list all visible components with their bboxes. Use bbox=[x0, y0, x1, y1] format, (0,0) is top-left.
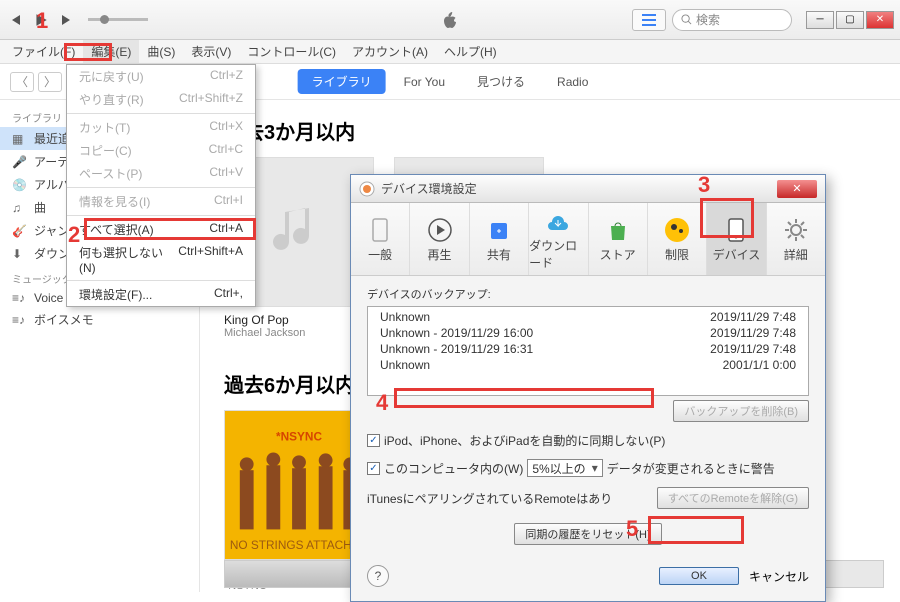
tab-browse[interactable]: 見つける bbox=[463, 69, 539, 94]
percent-select[interactable]: 5%以上の▾ bbox=[527, 459, 602, 477]
menu-help[interactable]: ヘルプ(H) bbox=[436, 40, 505, 63]
checkbox-checked-icon[interactable]: ✓ bbox=[367, 462, 380, 475]
prevent-sync-checkbox-row[interactable]: ✓ iPod、iPhone、およびiPadを自動的に同期しない(P) bbox=[367, 432, 809, 449]
apple-logo-icon bbox=[441, 10, 459, 30]
menu-edit[interactable]: 編集(E) bbox=[83, 40, 139, 63]
dd-paste[interactable]: ペースト(P)Ctrl+V bbox=[67, 162, 255, 185]
svg-text:NO STRINGS ATTACHED: NO STRINGS ATTACHED bbox=[230, 538, 368, 552]
maximize-button[interactable]: ▢ bbox=[836, 11, 864, 29]
search-icon bbox=[681, 14, 692, 25]
menu-controls[interactable]: コントロール(C) bbox=[239, 40, 344, 63]
minimize-button[interactable]: ─ bbox=[806, 11, 834, 29]
dialog-titlebar[interactable]: デバイス環境設定 ✕ bbox=[351, 175, 825, 203]
device-preferences-dialog: デバイス環境設定 ✕ 一般 再生 共有 ダウンロード ストア 制限 デバイス 詳… bbox=[350, 174, 826, 602]
svg-text:*NSYNC: *NSYNC bbox=[276, 430, 322, 444]
note-icon: ♫ bbox=[12, 201, 26, 215]
grid-icon: ▦ bbox=[12, 132, 26, 146]
general-icon bbox=[366, 216, 394, 244]
backup-list-label: デバイスのバックアップ: bbox=[367, 286, 809, 302]
music-note-icon bbox=[269, 202, 329, 262]
chevron-down-icon: ▾ bbox=[592, 461, 598, 475]
section-title-3m: 過去3か月以内 bbox=[224, 116, 876, 145]
guitar-icon: 🎸 bbox=[12, 224, 26, 238]
dd-preferences[interactable]: 環境設定(F)...Ctrl+, bbox=[67, 283, 255, 306]
remote-status-label: iTunesにペアリングされているRemoteはあり bbox=[367, 490, 612, 507]
next-track-button[interactable] bbox=[58, 11, 76, 29]
gear-icon bbox=[782, 216, 810, 244]
dlg-tab-restrictions[interactable]: 制限 bbox=[648, 203, 707, 275]
device-icon bbox=[722, 216, 750, 244]
dd-undo[interactable]: 元に戻す(U)Ctrl+Z bbox=[67, 65, 255, 88]
dialog-tabs: 一般 再生 共有 ダウンロード ストア 制限 デバイス 詳細 bbox=[351, 203, 825, 276]
play-icon bbox=[426, 216, 454, 244]
tab-radio[interactable]: Radio bbox=[543, 71, 602, 93]
dlg-tab-downloads[interactable]: ダウンロード bbox=[529, 203, 588, 275]
ok-button[interactable]: OK bbox=[659, 567, 739, 585]
menu-view[interactable]: 表示(V) bbox=[183, 40, 239, 63]
dlg-tab-advanced[interactable]: 詳細 bbox=[767, 203, 825, 275]
backup-row[interactable]: Unknown - 2019/11/29 16:002019/11/29 7:4… bbox=[370, 325, 806, 341]
search-input[interactable]: 検索 bbox=[672, 9, 792, 31]
backup-row[interactable]: Unknown - 2019/11/29 16:312019/11/29 7:4… bbox=[370, 341, 806, 357]
cloud-download-icon bbox=[544, 207, 572, 235]
prev-track-button[interactable] bbox=[6, 11, 24, 29]
dlg-tab-playback[interactable]: 再生 bbox=[410, 203, 469, 275]
playlist-icon: ≡♪ bbox=[12, 291, 26, 305]
cancel-button[interactable]: キャンセル bbox=[749, 568, 809, 585]
menu-song[interactable]: 曲(S) bbox=[139, 40, 183, 63]
playlist-icon: ≡♪ bbox=[12, 313, 26, 327]
download-icon: ⬇ bbox=[12, 247, 26, 261]
warn-checkbox-row[interactable]: ✓ このコンピュータ内の(W) 5%以上の▾ データが変更されるときに警告 bbox=[367, 459, 809, 477]
dlg-tab-general[interactable]: 一般 bbox=[351, 203, 410, 275]
tab-foryou[interactable]: For You bbox=[390, 71, 459, 93]
window-close-button[interactable]: ✕ bbox=[866, 11, 894, 29]
dlg-tab-store[interactable]: ストア bbox=[589, 203, 648, 275]
menubar: ファイル(F) 編集(E) 曲(S) 表示(V) コントロール(C) アカウント… bbox=[0, 40, 900, 64]
dd-info[interactable]: 情報を見る(I)Ctrl+I bbox=[67, 190, 255, 213]
menu-account[interactable]: アカウント(A) bbox=[344, 40, 436, 63]
tab-library[interactable]: ライブラリ bbox=[298, 69, 386, 94]
menu-file[interactable]: ファイル(F) bbox=[4, 40, 83, 63]
search-placeholder: 検索 bbox=[696, 11, 720, 28]
dd-copy[interactable]: コピー(C)Ctrl+C bbox=[67, 139, 255, 162]
backup-list[interactable]: Unknown2019/11/29 7:48 Unknown - 2019/11… bbox=[367, 306, 809, 396]
dd-redo[interactable]: やり直す(R)Ctrl+Shift+Z bbox=[67, 88, 255, 111]
backup-row[interactable]: Unknown2001/1/1 0:00 bbox=[370, 357, 806, 373]
mic-icon: 🎤 bbox=[12, 155, 26, 169]
play-button[interactable] bbox=[32, 11, 50, 29]
dd-cut[interactable]: カット(T)Ctrl+X bbox=[67, 116, 255, 139]
share-icon bbox=[485, 216, 513, 244]
reset-sync-history-button[interactable]: 同期の履歴をリセット(H) bbox=[514, 523, 661, 545]
nav-back-button[interactable]: 〈 bbox=[10, 72, 34, 92]
itunes-icon bbox=[359, 181, 375, 197]
edit-dropdown: 元に戻す(U)Ctrl+Z やり直す(R)Ctrl+Shift+Z カット(T)… bbox=[66, 64, 256, 307]
bag-icon bbox=[604, 216, 632, 244]
parental-icon bbox=[663, 216, 691, 244]
titlebar: 検索 ─ ▢ ✕ bbox=[0, 0, 900, 40]
dlg-tab-devices[interactable]: デバイス bbox=[707, 203, 766, 275]
help-button[interactable]: ? bbox=[367, 565, 389, 587]
list-view-button[interactable] bbox=[632, 9, 666, 31]
dd-select-none[interactable]: 何も選択しない(N)Ctrl+Shift+A bbox=[67, 241, 255, 278]
checkbox-checked-icon[interactable]: ✓ bbox=[367, 434, 380, 447]
prevent-sync-label: iPod、iPhone、およびiPadを自動的に同期しない(P) bbox=[384, 432, 665, 449]
dialog-close-button[interactable]: ✕ bbox=[777, 180, 817, 198]
backup-row[interactable]: Unknown2019/11/29 7:48 bbox=[370, 309, 806, 325]
sidebar-playlist-memo[interactable]: ≡♪ボイスメモ bbox=[0, 308, 199, 331]
dd-select-all[interactable]: すべて選択(A)Ctrl+A bbox=[67, 218, 255, 241]
dialog-title: デバイス環境設定 bbox=[381, 180, 777, 197]
nav-forward-button[interactable]: 〉 bbox=[38, 72, 62, 92]
album-icon: 💿 bbox=[12, 178, 26, 192]
dlg-tab-sharing[interactable]: 共有 bbox=[470, 203, 529, 275]
volume-slider[interactable] bbox=[88, 18, 148, 21]
unpair-remotes-button[interactable]: すべてのRemoteを解除(G) bbox=[657, 487, 809, 509]
delete-backup-button[interactable]: バックアップを削除(B) bbox=[673, 400, 809, 422]
